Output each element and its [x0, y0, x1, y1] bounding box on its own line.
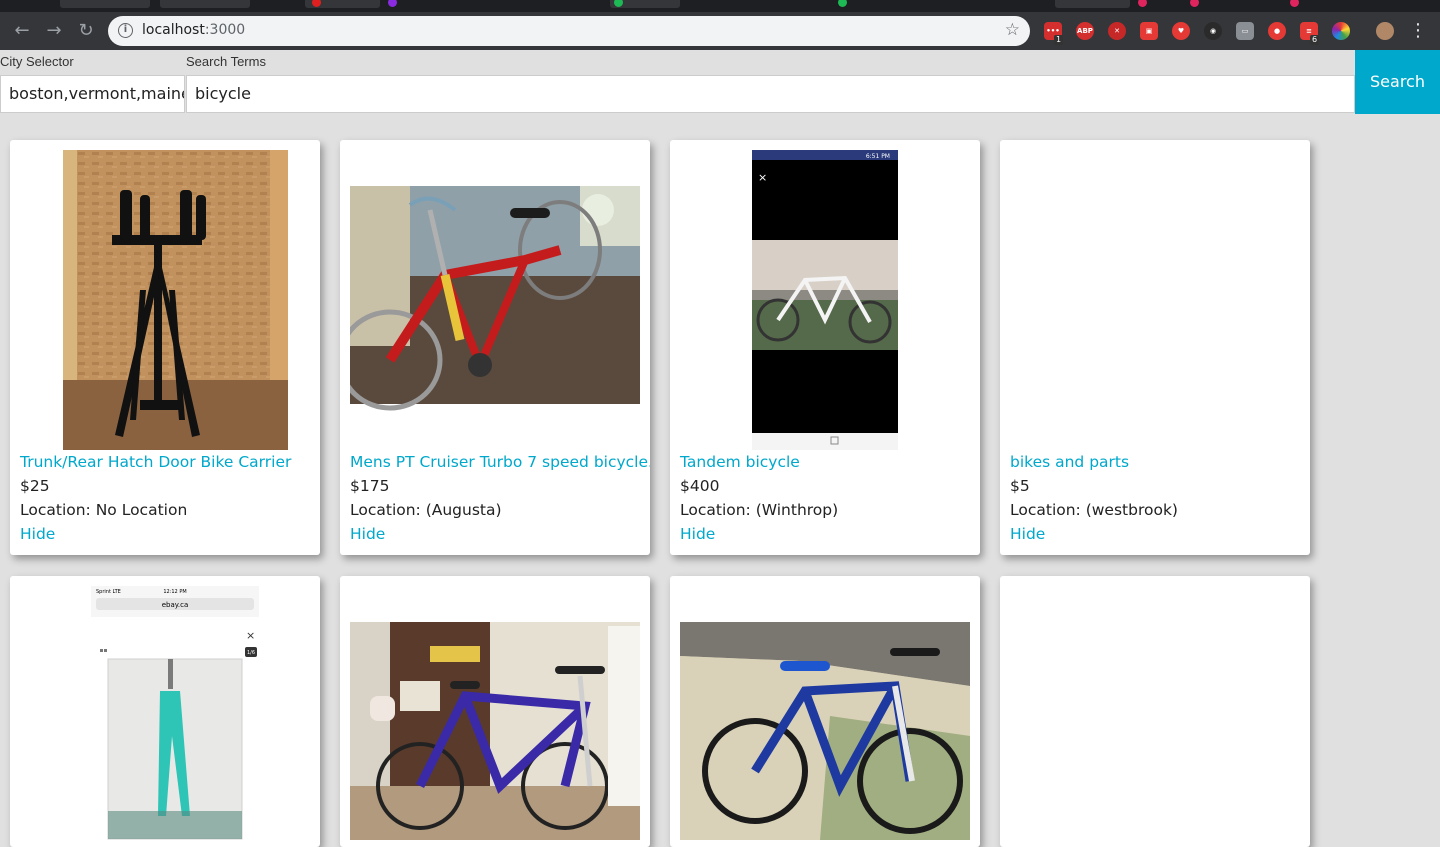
- site-info-icon[interactable]: i: [118, 23, 133, 38]
- close-icon[interactable]: ×: [758, 171, 767, 184]
- listing-card: bikes and parts $5 Location: (westbrook)…: [1000, 140, 1310, 555]
- forward-arrow-icon[interactable]: →: [42, 19, 66, 43]
- listing-card: [1000, 576, 1310, 847]
- search-button[interactable]: Search: [1355, 50, 1440, 114]
- tab-favicon-icon: [838, 0, 847, 7]
- hide-link[interactable]: Hide: [680, 525, 715, 543]
- phone-url: ebay.ca: [162, 601, 189, 609]
- hide-link[interactable]: Hide: [1010, 525, 1045, 543]
- listing-title-link[interactable]: Tandem bicycle: [680, 453, 800, 471]
- browser-tab-strip: [0, 0, 1440, 12]
- listing-card: Mens PT Cruiser Turbo 7 speed bicycle. $…: [340, 140, 650, 555]
- phone-time: 12:12 PM: [163, 589, 186, 595]
- listing-image-placeholder[interactable]: [1010, 586, 1300, 847]
- listing-image-placeholder[interactable]: [1010, 150, 1300, 450]
- adblock-plus-icon[interactable]: ABP: [1076, 22, 1094, 40]
- listing-location: Location: (westbrook): [1010, 501, 1178, 519]
- tab-favicon-icon: [1190, 0, 1199, 7]
- listing-title-link[interactable]: bikes and parts: [1010, 453, 1129, 471]
- profile-avatar[interactable]: [1376, 22, 1394, 40]
- url-port: :3000: [204, 22, 246, 38]
- hide-link[interactable]: Hide: [20, 525, 55, 543]
- browser-toolbar: ← → ↻ i localhost:3000 ☆ ••• 1 ABP ✕ ▣ ♥…: [0, 12, 1440, 50]
- phone-status-time: 6:51 PM: [866, 153, 890, 160]
- extension-badge: 6: [1310, 35, 1320, 45]
- listing-location: Location: No Location: [20, 501, 188, 519]
- listing-price: $175: [350, 477, 390, 495]
- menu-dots-icon[interactable]: ⋮: [1406, 19, 1430, 43]
- city-selector-label: City Selector: [0, 54, 74, 69]
- listing-price: $5: [1010, 477, 1030, 495]
- listing-card: 6:51 PM × Tandem bicycle $400 Location: …: [670, 140, 980, 555]
- search-bar: City Selector boston,vermont,maine Searc…: [0, 50, 1440, 114]
- extension-x-icon[interactable]: ✕: [1108, 22, 1126, 40]
- tab-favicon-icon: [388, 0, 397, 7]
- extension-badge: 1: [1054, 35, 1064, 45]
- close-icon[interactable]: ×: [246, 629, 255, 642]
- listing-image[interactable]: [340, 150, 640, 450]
- extension-gift-icon[interactable]: ▣: [1140, 22, 1158, 40]
- listing-title-link[interactable]: Mens PT Cruiser Turbo 7 speed bicycle.: [350, 453, 650, 471]
- back-arrow-icon[interactable]: ←: [10, 19, 34, 43]
- extension-keyboard-icon[interactable]: ▭: [1236, 22, 1254, 40]
- city-selector-input[interactable]: boston,vermont,maine: [0, 75, 185, 113]
- address-url[interactable]: localhost:3000: [142, 22, 245, 38]
- listing-title-link[interactable]: Trunk/Rear Hatch Door Bike Carrier: [20, 453, 291, 471]
- listing-image[interactable]: [20, 150, 310, 450]
- address-bar[interactable]: i localhost:3000 ☆: [108, 16, 1030, 46]
- listing-card: Sprint LTE 12:12 PM ebay.ca × 1/6: [10, 576, 320, 847]
- image-pager: 1/6: [247, 650, 255, 656]
- listing-image[interactable]: Sprint LTE 12:12 PM ebay.ca × 1/6: [20, 586, 310, 847]
- phone-carrier: Sprint LTE: [96, 589, 121, 595]
- extension-owl-icon[interactable]: ◉: [1204, 22, 1222, 40]
- listing-location: Location: (Winthrop): [680, 501, 839, 519]
- listing-card: [670, 576, 980, 847]
- listing-card: Trunk/Rear Hatch Door Bike Carrier $25 L…: [10, 140, 320, 555]
- extension-heart-icon[interactable]: ♥: [1172, 22, 1190, 40]
- listing-card: [340, 576, 650, 847]
- listing-location: Location: (Augusta): [350, 501, 502, 519]
- listing-image[interactable]: 6:51 PM ×: [680, 150, 970, 450]
- listing-image[interactable]: [350, 586, 640, 847]
- reload-icon[interactable]: ↻: [74, 19, 98, 43]
- extension-bug-icon[interactable]: ●: [1268, 22, 1286, 40]
- tab-favicon-icon: [1138, 0, 1147, 7]
- tab-favicon-icon: [1290, 0, 1299, 7]
- listing-image[interactable]: [680, 586, 970, 847]
- browser-tab[interactable]: [160, 0, 250, 8]
- hide-link[interactable]: Hide: [350, 525, 385, 543]
- color-picker-icon[interactable]: [1332, 22, 1350, 40]
- url-host: localhost: [142, 22, 205, 38]
- browser-tab[interactable]: [60, 0, 150, 8]
- bookmark-star-icon[interactable]: ☆: [1005, 20, 1020, 40]
- search-terms-input[interactable]: bicycle: [186, 75, 1355, 113]
- search-terms-label: Search Terms: [186, 54, 266, 69]
- browser-tab-active[interactable]: [1055, 0, 1130, 8]
- listing-price: $400: [680, 477, 720, 495]
- listing-price: $25: [20, 477, 50, 495]
